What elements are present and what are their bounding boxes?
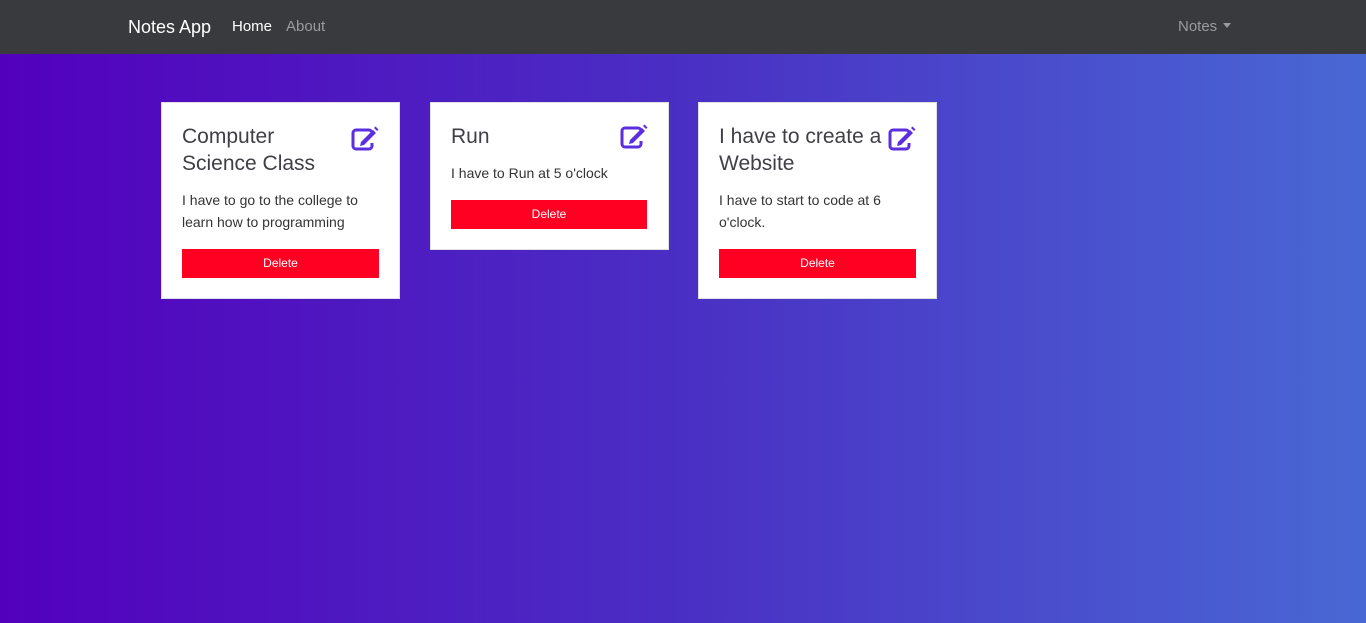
edit-icon[interactable]	[351, 125, 379, 151]
nav-about-link[interactable]: About	[286, 17, 325, 37]
note-title: Computer Science Class	[182, 125, 316, 175]
note-card: I have to create a Website I have to sta…	[698, 102, 937, 299]
delete-button[interactable]: Delete	[451, 200, 647, 229]
note-card: Run I have to Run at 5 o'clock Delete	[430, 102, 669, 250]
notes-dropdown[interactable]: Notes	[1178, 17, 1232, 37]
delete-button[interactable]: Delete	[182, 249, 379, 278]
brand-link[interactable]: Notes App	[128, 15, 211, 39]
note-text: I have to go to the college to learn how…	[182, 192, 358, 230]
notes-dropdown-label: Notes	[1178, 18, 1218, 35]
caret-down-icon	[1223, 23, 1232, 28]
delete-button[interactable]: Delete	[719, 249, 916, 278]
nav-home-link[interactable]: Home	[232, 17, 272, 37]
note-title: Run	[451, 125, 490, 148]
note-text: I have to Run at 5 o'clock	[451, 165, 608, 181]
note-text: I have to start to code at 6 o'clock.	[719, 192, 881, 230]
note-card: Computer Science Class I have to go to t…	[161, 102, 400, 299]
edit-icon[interactable]	[888, 125, 916, 151]
note-title: I have to create a Website	[719, 125, 882, 175]
navbar: Notes App Home About Notes	[0, 0, 1366, 54]
edit-icon[interactable]	[620, 123, 648, 149]
